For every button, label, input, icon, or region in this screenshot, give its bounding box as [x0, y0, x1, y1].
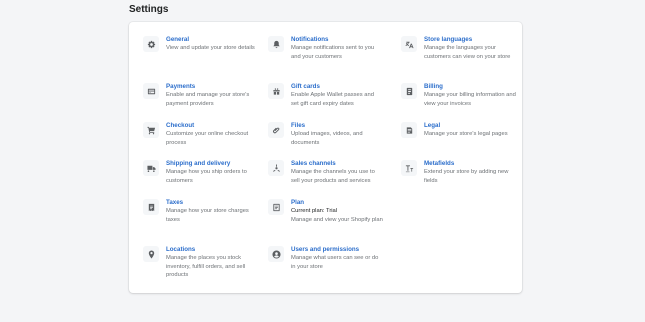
plan-icon [268, 199, 284, 215]
settings-item-description: Manage notifications sent to you and you… [291, 45, 375, 60]
settings-item-title[interactable]: Files [291, 122, 383, 130]
settings-item-description: Manage your store's legal pages [424, 131, 508, 137]
settings-item-description: Manage the channels you use to sell your… [291, 169, 375, 184]
settings-item-description: View and update your store details [166, 45, 255, 51]
settings-item-description: Manage the places you stock inventory, f… [166, 255, 246, 278]
payment-card-icon [143, 83, 159, 99]
user-icon [268, 246, 284, 262]
settings-item-description: Manage the languages your customers can … [424, 45, 511, 60]
settings-item-title[interactable]: Payments [166, 83, 258, 91]
settings-item-title[interactable]: Sales channels [291, 160, 383, 168]
document-icon [401, 122, 417, 138]
settings-item-description: Manage how your store charges taxes [166, 208, 249, 223]
gear-icon [143, 36, 159, 52]
settings-item-title[interactable]: Notifications [291, 36, 383, 44]
current-plan-label: Current plan: Trial [291, 208, 338, 214]
settings-item-description: Manage what users can see or do in your … [291, 255, 379, 270]
channels-icon [268, 160, 284, 176]
metafields-icon [401, 160, 417, 176]
receipt-icon [143, 199, 159, 215]
bell-icon [268, 36, 284, 52]
settings-card: General View and update your store detai… [129, 22, 522, 293]
settings-item-title[interactable]: Plan [291, 199, 383, 207]
translate-icon [401, 36, 417, 52]
page-title: Settings [129, 4, 169, 15]
settings-item-title[interactable]: Store languages [424, 36, 516, 44]
settings-item-title[interactable]: Locations [166, 246, 258, 254]
gift-icon [268, 83, 284, 99]
billing-icon [401, 83, 417, 99]
cart-icon [143, 122, 159, 138]
settings-item-description: Manage your billing information and view… [424, 92, 516, 107]
settings-item-title[interactable]: Users and permissions [291, 246, 383, 254]
truck-icon [143, 160, 159, 176]
settings-item-title[interactable]: General [166, 36, 258, 44]
settings-item-title[interactable]: Legal [424, 122, 516, 130]
settings-item-title[interactable]: Checkout [166, 122, 258, 130]
settings-item-description: Customize your online checkout process [166, 131, 249, 146]
settings-item-description: Extend your store by adding new fields [424, 169, 509, 184]
settings-item-description: Enable Apple Wallet passes and set gift … [291, 92, 374, 107]
settings-item-title[interactable]: Shipping and delivery [166, 160, 258, 168]
settings-item-description: Enable and manage your store's payment p… [166, 92, 250, 107]
settings-item-description: Manage how you ship orders to customers [166, 169, 247, 184]
settings-item-title[interactable]: Gift cards [291, 83, 383, 91]
settings-item-title[interactable]: Metafields [424, 160, 516, 168]
settings-item-description: Upload images, videos, and documents [291, 131, 363, 146]
settings-item-title[interactable]: Billing [424, 83, 516, 91]
location-pin-icon [143, 246, 159, 262]
settings-item-description: Manage and view your Shopify plan [291, 216, 383, 223]
settings-item-title[interactable]: Taxes [166, 199, 258, 207]
paperclip-icon [268, 122, 284, 138]
